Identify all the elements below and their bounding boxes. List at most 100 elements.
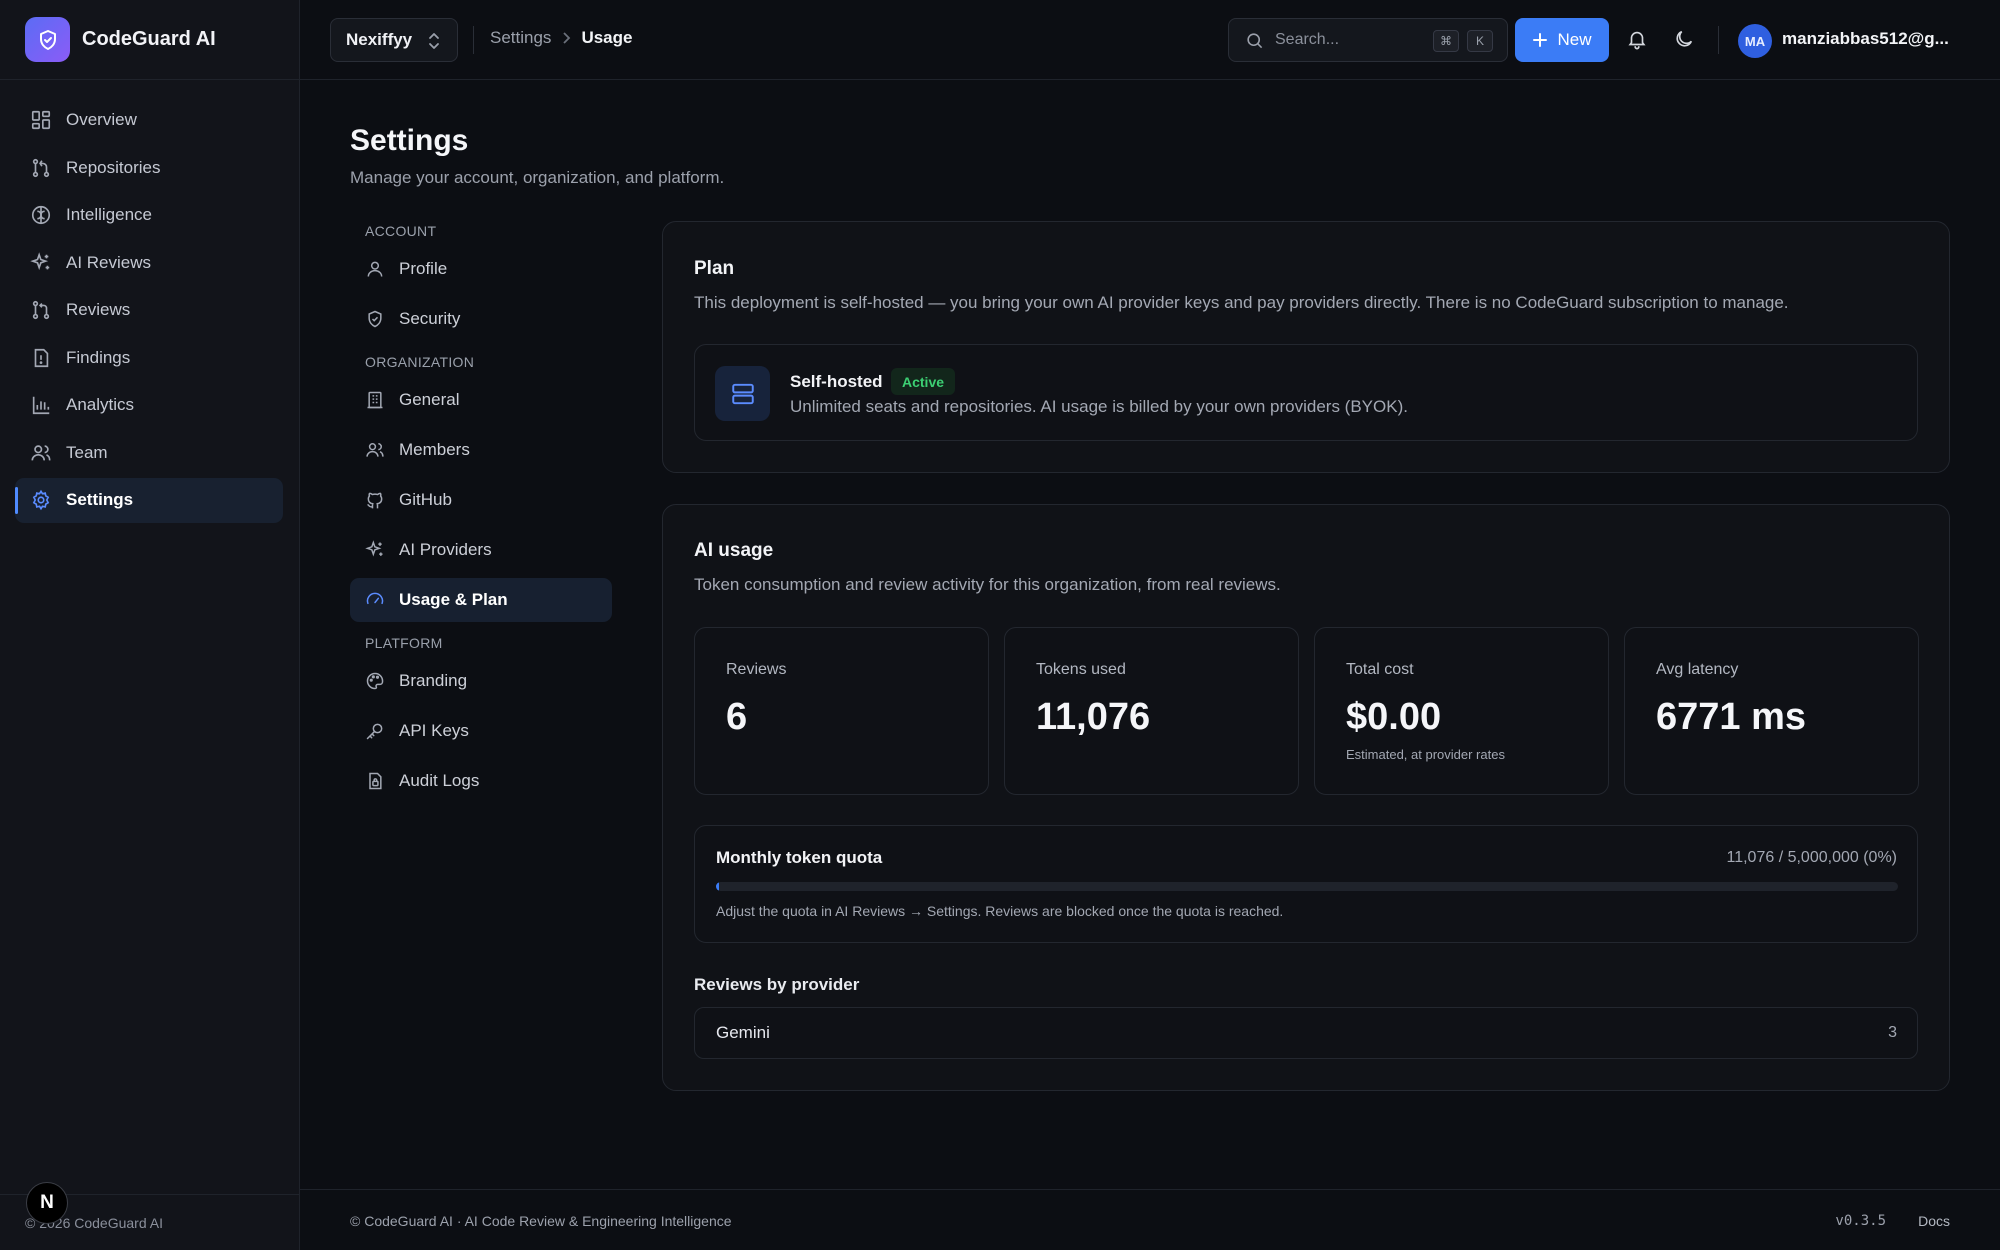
sidebar-item-team[interactable]: Team bbox=[15, 430, 283, 475]
server-icon bbox=[715, 366, 770, 421]
section-platform: PLATFORM bbox=[365, 635, 443, 651]
settings-nav-label: Usage & Plan bbox=[399, 590, 508, 609]
settings-nav-general[interactable]: General bbox=[350, 378, 612, 422]
sidebar-item-label: Overview bbox=[66, 110, 137, 129]
footer-text: © CodeGuard AI · AI Code Review & Engine… bbox=[350, 1213, 732, 1229]
file-alert-icon bbox=[30, 347, 52, 369]
git-branch-icon bbox=[30, 157, 52, 179]
ai-usage-title: AI usage bbox=[694, 540, 774, 561]
stat-card-reviews: Reviews 6 bbox=[694, 627, 989, 795]
provider-count: 3 bbox=[1888, 1024, 1897, 1041]
settings-nav-members[interactable]: Members bbox=[350, 428, 612, 472]
version-label: v0.3.5 bbox=[1835, 1213, 1886, 1229]
stat-label: Total cost bbox=[1346, 661, 1414, 678]
org-name: Nexiffyy bbox=[346, 30, 413, 49]
search-placeholder: Search... bbox=[1275, 31, 1340, 48]
stat-note: Estimated, at provider rates bbox=[1346, 747, 1505, 762]
sidebar-item-label: Analytics bbox=[66, 395, 135, 414]
quota-value: 11,076 / 5,000,000 (0%) bbox=[1726, 849, 1898, 866]
section-account: ACCOUNT bbox=[365, 223, 437, 239]
plan-card-description: This deployment is self-hosted — you bri… bbox=[694, 293, 1789, 312]
plan-name: Self-hosted bbox=[790, 372, 883, 391]
user-icon bbox=[365, 259, 385, 279]
bell-icon[interactable] bbox=[1626, 28, 1648, 50]
provider-name: Gemini bbox=[716, 1023, 770, 1042]
settings-nav-github[interactable]: GitHub bbox=[350, 478, 612, 522]
avatar[interactable]: MA bbox=[1738, 24, 1772, 58]
stat-value: 6 bbox=[726, 696, 748, 738]
settings-nav-profile[interactable]: Profile bbox=[350, 247, 612, 291]
dev-tools-badge[interactable]: N bbox=[26, 1182, 68, 1224]
users-icon bbox=[365, 440, 385, 460]
docs-link[interactable]: Docs bbox=[1918, 1213, 1950, 1229]
settings-nav-label: Branding bbox=[399, 671, 468, 690]
org-switcher[interactable]: Nexiffyy bbox=[330, 18, 458, 62]
sidebar-item-label: Repositories bbox=[66, 157, 161, 177]
sidebar-item-label: Team bbox=[66, 442, 108, 462]
sidebar-item-ai-reviews[interactable]: AI Reviews bbox=[15, 240, 283, 285]
sidebar-item-overview[interactable]: Overview bbox=[15, 98, 283, 143]
sidebar-item-label: AI Reviews bbox=[66, 252, 152, 272]
settings-nav-security[interactable]: Security bbox=[350, 297, 612, 341]
stat-value: 11,076 bbox=[1036, 696, 1151, 738]
git-pull-request-icon bbox=[30, 299, 52, 321]
sidebar-item-repositories[interactable]: Repositories bbox=[15, 145, 283, 190]
sidebar-nav: Overview Repositories Intelligence AI Re… bbox=[0, 80, 299, 523]
settings-nav-usage-plan[interactable]: Usage & Plan bbox=[350, 578, 612, 622]
sidebar-item-analytics[interactable]: Analytics bbox=[15, 383, 283, 428]
topbar: Nexiffyy Settings Usage Search... ⌘ K Ne… bbox=[300, 0, 2000, 80]
section-organization: ORGANIZATION bbox=[365, 354, 475, 370]
sidebar-item-label: Settings bbox=[66, 490, 134, 509]
list-item[interactable]: Gemini 3 bbox=[694, 1007, 1918, 1059]
settings-nav-label: GitHub bbox=[399, 490, 452, 509]
status-badge: Active bbox=[891, 368, 956, 395]
quota-title: Monthly token quota bbox=[716, 848, 883, 867]
sidebar-item-intelligence[interactable]: Intelligence bbox=[15, 193, 283, 238]
plan-details: Unlimited seats and repositories. AI usa… bbox=[790, 397, 1408, 416]
settings-nav-label: General bbox=[399, 390, 460, 409]
sidebar-item-findings[interactable]: Findings bbox=[15, 335, 283, 380]
quota-progress-fill bbox=[716, 882, 719, 891]
brand-name: CodeGuard AI bbox=[82, 28, 216, 50]
kbd-k: K bbox=[1467, 30, 1493, 52]
stat-value: $0.00 bbox=[1346, 696, 1442, 738]
breadcrumb-current: Usage bbox=[581, 28, 633, 47]
breadcrumb-settings[interactable]: Settings bbox=[490, 28, 551, 48]
search-icon bbox=[1245, 31, 1264, 50]
quota-box: Monthly token quota 11,076 / 5,000,000 (… bbox=[694, 825, 1918, 943]
sparkles-icon bbox=[365, 540, 385, 560]
stat-label: Tokens used bbox=[1036, 661, 1126, 678]
settings-nav-ai-providers[interactable]: AI Providers bbox=[350, 528, 612, 572]
key-icon bbox=[365, 721, 385, 741]
gauge-icon bbox=[365, 590, 385, 610]
ai-usage-description: Token consumption and review activity fo… bbox=[694, 575, 1281, 594]
settings-nav-label: Security bbox=[399, 309, 461, 328]
stat-card-latency: Avg latency 6771 ms bbox=[1624, 627, 1919, 795]
plan-card-title: Plan bbox=[694, 258, 735, 279]
sidebar-item-settings[interactable]: Settings bbox=[15, 477, 283, 523]
settings-nav-api-keys[interactable]: API Keys bbox=[350, 709, 612, 753]
sidebar-item-label: Findings bbox=[66, 347, 131, 367]
users-icon bbox=[30, 442, 52, 464]
search-input[interactable]: Search... ⌘ K bbox=[1228, 18, 1508, 62]
settings-nav-audit-logs[interactable]: Audit Logs bbox=[350, 759, 612, 803]
plan-box: Self-hosted Active Unlimited seats and r… bbox=[694, 344, 1918, 441]
sidebar: CodeGuard AI Overview Repositories Intel… bbox=[0, 0, 300, 1250]
stat-card-cost: Total cost $0.00 Estimated, at provider … bbox=[1314, 627, 1609, 795]
bar-chart-icon bbox=[30, 394, 52, 416]
chevrons-up-down-icon bbox=[426, 32, 442, 50]
breadcrumb: Settings Usage bbox=[490, 28, 632, 48]
palette-icon bbox=[365, 671, 385, 691]
gear-icon bbox=[30, 489, 52, 511]
divider bbox=[473, 26, 474, 54]
settings-nav-label: Audit Logs bbox=[399, 771, 480, 790]
moon-icon[interactable] bbox=[1673, 28, 1695, 50]
settings-nav-label: Profile bbox=[399, 259, 448, 278]
sidebar-item-reviews[interactable]: Reviews bbox=[15, 288, 283, 333]
brain-icon bbox=[30, 204, 52, 226]
new-button[interactable]: New bbox=[1515, 18, 1609, 62]
settings-nav-branding[interactable]: Branding bbox=[350, 659, 612, 703]
user-email[interactable]: manziabbas512@g... bbox=[1782, 29, 1949, 49]
settings-nav: ACCOUNT Profile Security ORGANIZATION Ge… bbox=[350, 220, 612, 809]
brand[interactable]: CodeGuard AI bbox=[0, 0, 299, 80]
